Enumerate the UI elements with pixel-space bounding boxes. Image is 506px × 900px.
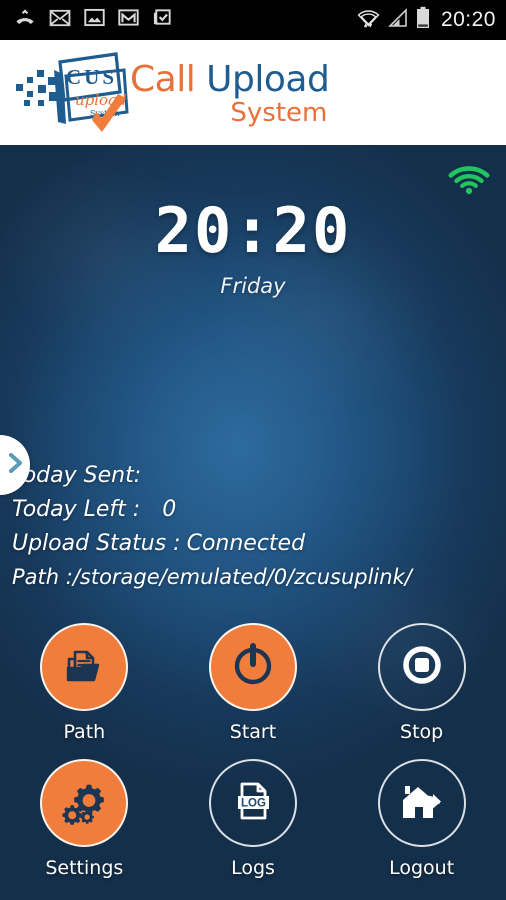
logout-button[interactable]: Logout [357,759,487,879]
app-header: CUS upload System Call Upload System [0,40,506,145]
power-icon [227,639,279,696]
image-icon [84,8,105,32]
android-status-bar: 20:20 [0,0,506,40]
clock-widget: 20:20 Friday [0,194,506,299]
gears-icon [58,775,110,832]
settings-button-circle[interactable] [40,759,129,847]
path-button-circle[interactable] [40,623,129,711]
path-button-label: Path [63,721,106,743]
gmail-icon [118,8,139,32]
brand-word-upload: Upload [206,59,330,100]
status-summary: Today Sent: Today Left : 0 Upload Status … [12,465,494,600]
settings-button-label: Settings [45,857,124,879]
status-bar-notification-icons [14,7,173,34]
status-label-today-left: Today Left : [12,497,141,522]
settings-button[interactable]: Settings [19,759,149,879]
logs-button-label: Logs [231,857,275,879]
app-root: 20:20 CUS upload System Call Upload Syst… [0,0,506,900]
envelope-icon [49,9,71,32]
status-row-path: Path :/storage/emulated/0/zcusuplink/ [12,567,494,588]
path-button[interactable]: Path [19,623,149,743]
svg-text:LOG: LOG [241,797,266,809]
status-bar-clock: 20:20 [440,8,496,31]
logs-button-circle[interactable]: LOG [208,759,297,847]
main-screen: 20:20 Friday Today Sent: Today Left : 0 U… [0,145,506,900]
clock-time: 20:20 [154,194,352,267]
cus-upload-system-logo: CUS upload System [14,48,134,145]
action-row-2: Settings LOG Logs Logout [0,759,506,879]
status-row-upload-status: Upload Status : Connected [12,533,494,555]
brand-word-system: System [230,98,328,128]
clipboard-check-icon [152,7,173,33]
wifi-icon [448,163,490,200]
cell-signal-icon [387,7,409,34]
status-label-today-sent: Today Sent: [12,463,142,488]
clock-day: Friday [220,274,286,298]
stop-icon [396,639,448,696]
logout-button-circle[interactable] [377,759,466,847]
folder-documents-icon [59,640,109,695]
log-file-icon: LOG [229,777,277,830]
brand-word-call: Call [130,59,196,100]
status-row-today-sent: Today Sent: [12,465,494,487]
logout-button-label: Logout [389,857,455,879]
action-button-grid: Path Start Stop Settings LOG Logs Logout [0,623,506,895]
stop-button[interactable]: Stop [357,623,487,743]
action-row-1: Path Start Stop [0,623,506,743]
battery-icon [416,6,430,34]
stop-button-circle[interactable] [377,623,466,711]
start-button-circle[interactable] [208,623,297,711]
svg-text:CUS: CUS [66,65,117,89]
wifi-data-icon [357,6,380,34]
status-value-upload-status: Connected [186,531,306,556]
logs-button[interactable]: LOG Logs [188,759,318,879]
brand-wordmark: Call Upload System [130,59,330,128]
status-bar-system-icons: 20:20 [357,6,496,34]
house-exit-icon [397,777,447,830]
status-label-path: Path :/storage/emulated/0/zcusuplink/ [12,565,412,589]
status-label-upload-status: Upload Status : [12,531,181,556]
chevron-right-icon [8,452,24,479]
status-value-today-left: 0 [162,497,177,522]
stop-button-label: Stop [400,721,444,743]
status-row-today-left: Today Left : 0 [12,499,494,521]
start-button[interactable]: Start [188,623,318,743]
start-button-label: Start [229,721,277,743]
missed-call-icon [14,7,36,34]
